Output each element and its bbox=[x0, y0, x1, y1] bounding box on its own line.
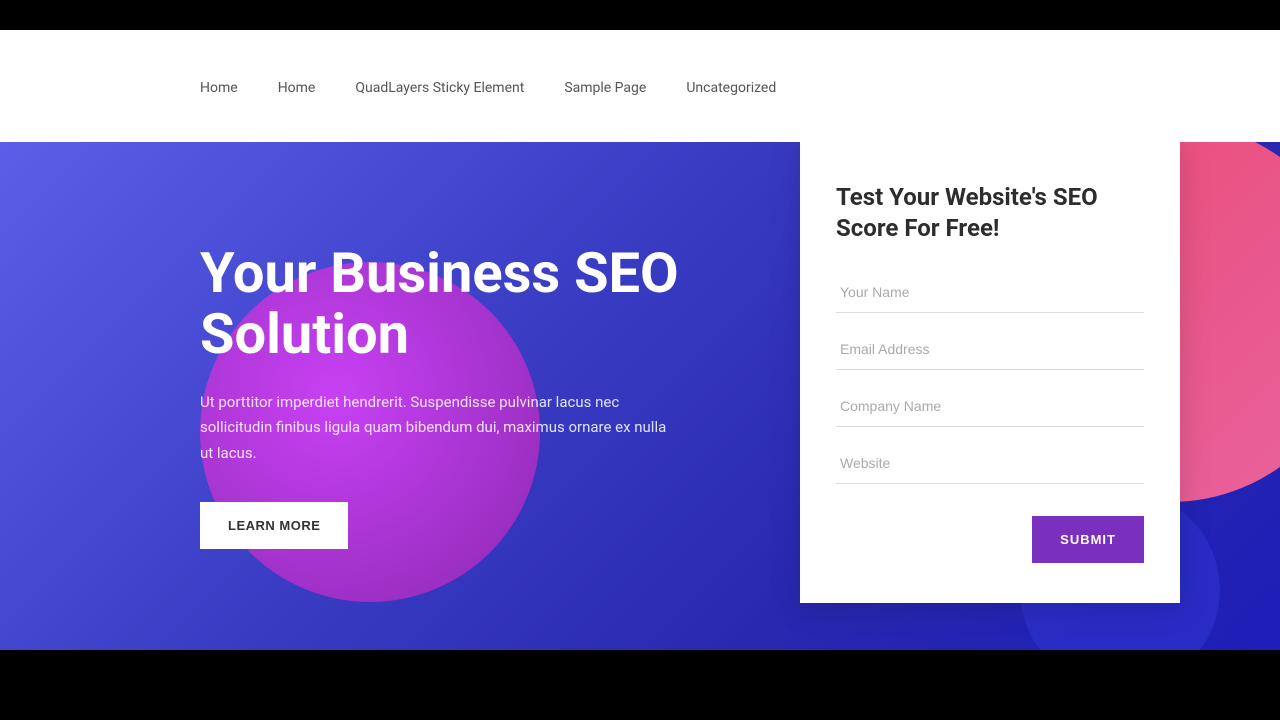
hero-section: Your Business SEO Solution Ut porttitor … bbox=[0, 142, 1280, 650]
website-input[interactable] bbox=[836, 443, 1144, 484]
top-bar bbox=[0, 0, 1280, 30]
submit-button[interactable]: SUBMIT bbox=[1032, 516, 1144, 563]
nav-link-sample[interactable]: Sample Page bbox=[564, 80, 646, 96]
name-input[interactable] bbox=[836, 272, 1144, 313]
hero-content: Your Business SEO Solution Ut porttitor … bbox=[0, 243, 680, 550]
nav-item-home1[interactable]: Home bbox=[200, 77, 238, 96]
nav-item-home2[interactable]: Home bbox=[278, 77, 316, 96]
form-title: Test Your Website's SEO Score For Free! bbox=[836, 182, 1144, 244]
nav-menu: Home Home QuadLayers Sticky Element Samp… bbox=[200, 77, 776, 96]
bottom-bar bbox=[0, 650, 1280, 690]
navigation: Home Home QuadLayers Sticky Element Samp… bbox=[0, 30, 1280, 142]
nav-item-quadlayers[interactable]: QuadLayers Sticky Element bbox=[355, 77, 524, 96]
nav-link-home1[interactable]: Home bbox=[200, 80, 238, 96]
learn-more-button[interactable]: LEARN MORE bbox=[200, 502, 348, 549]
email-input[interactable] bbox=[836, 329, 1144, 370]
company-input[interactable] bbox=[836, 386, 1144, 427]
hero-title: Your Business SEO Solution bbox=[200, 243, 680, 366]
nav-link-uncategorized[interactable]: Uncategorized bbox=[686, 80, 776, 96]
seo-form-card: Test Your Website's SEO Score For Free! … bbox=[800, 142, 1180, 603]
form-actions: SUBMIT bbox=[836, 516, 1144, 563]
hero-description: Ut porttitor imperdiet hendrerit. Suspen… bbox=[200, 390, 680, 467]
nav-item-uncategorized[interactable]: Uncategorized bbox=[686, 77, 776, 96]
nav-link-quadlayers[interactable]: QuadLayers Sticky Element bbox=[355, 80, 524, 96]
nav-item-sample[interactable]: Sample Page bbox=[564, 77, 646, 96]
nav-link-home2[interactable]: Home bbox=[278, 80, 316, 96]
